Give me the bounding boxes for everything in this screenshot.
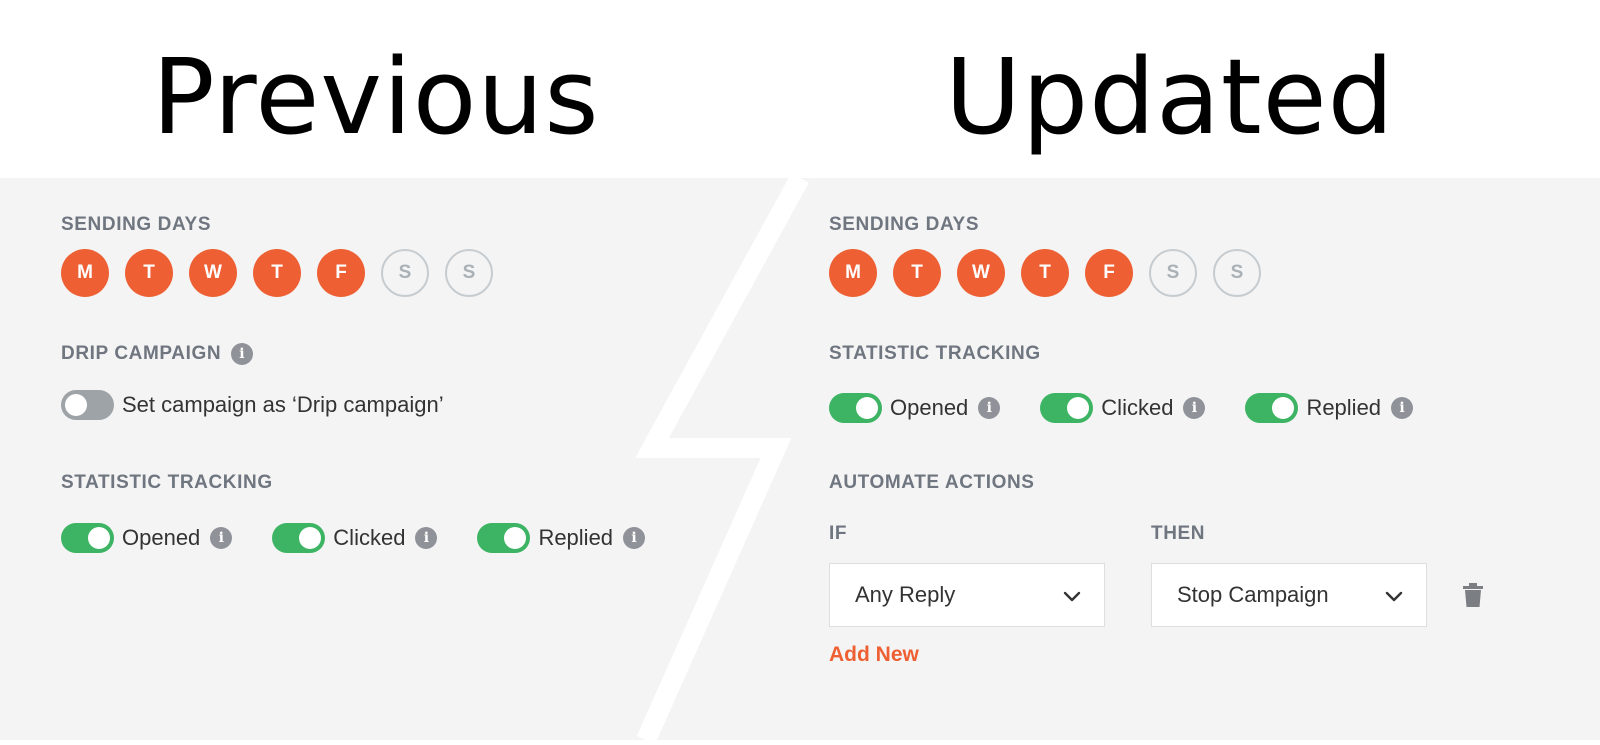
info-icon[interactable]: i bbox=[1183, 397, 1206, 419]
opened-toggle-group: Opened i bbox=[829, 393, 1001, 423]
replied-label: Replied bbox=[538, 525, 614, 550]
drip-campaign-toggle-group: Set campaign as ‘Drip campaign’ bbox=[61, 390, 444, 420]
statistic-tracking-label: STATISTIC TRACKING bbox=[829, 343, 1041, 365]
toggle-knob bbox=[1067, 397, 1090, 419]
add-new-action-link[interactable]: Add New bbox=[829, 643, 919, 667]
drip-campaign-toggle-label: Set campaign as ‘Drip campaign’ bbox=[122, 392, 444, 417]
drip-campaign-toggle[interactable] bbox=[61, 390, 114, 420]
info-icon[interactable]: i bbox=[1391, 397, 1414, 419]
drip-campaign-row: Set campaign as ‘Drip campaign’ bbox=[61, 390, 444, 420]
if-label-text: IF bbox=[829, 523, 848, 544]
clicked-toggle-group: Clicked i bbox=[272, 523, 438, 553]
info-icon[interactable]: i bbox=[210, 527, 233, 549]
chevron-down-icon bbox=[1385, 591, 1403, 602]
toggle-knob bbox=[1272, 397, 1295, 419]
day-sunday[interactable]: S bbox=[445, 249, 493, 297]
clicked-label: Clicked bbox=[1101, 395, 1174, 420]
clicked-toggle[interactable] bbox=[1040, 393, 1094, 423]
then-action-value: Stop Campaign bbox=[1177, 582, 1329, 607]
toggle-knob bbox=[856, 397, 878, 419]
clicked-toggle[interactable] bbox=[272, 523, 326, 553]
day-wednesday[interactable]: W bbox=[189, 249, 237, 297]
drip-campaign-label: DRIP CAMPAIGN i bbox=[61, 343, 254, 365]
day-thursday[interactable]: T bbox=[1021, 249, 1069, 297]
sending-days-label-text: SENDING DAYS bbox=[829, 214, 980, 235]
toggle-knob bbox=[299, 527, 322, 549]
toggle-knob bbox=[88, 527, 110, 549]
clicked-label: Clicked bbox=[333, 525, 406, 550]
info-icon[interactable]: i bbox=[231, 343, 254, 365]
opened-toggle[interactable] bbox=[829, 393, 882, 423]
if-condition-select[interactable]: Any Reply bbox=[829, 563, 1105, 627]
if-label: IF bbox=[829, 523, 847, 545]
replied-toggle[interactable] bbox=[1245, 393, 1299, 423]
toggle-knob bbox=[504, 527, 527, 549]
drip-campaign-label-text: DRIP CAMPAIGN bbox=[61, 343, 222, 364]
updated-panel: SENDING DAYS M T W T F S S STATISTIC TRA… bbox=[790, 178, 1600, 740]
sending-days-label-text: SENDING DAYS bbox=[61, 214, 212, 235]
day-monday[interactable]: M bbox=[829, 249, 877, 297]
then-action-select[interactable]: Stop Campaign bbox=[1151, 563, 1427, 627]
day-saturday[interactable]: S bbox=[381, 249, 429, 297]
day-thursday[interactable]: T bbox=[253, 249, 301, 297]
day-tuesday[interactable]: T bbox=[893, 249, 941, 297]
day-friday[interactable]: F bbox=[317, 249, 365, 297]
day-wednesday[interactable]: W bbox=[957, 249, 1005, 297]
sending-days-selector: M T W T F S S bbox=[61, 249, 509, 297]
automate-actions-label-text: AUTOMATE ACTIONS bbox=[829, 472, 1035, 493]
replied-toggle-group: Replied i bbox=[1245, 393, 1414, 423]
day-tuesday[interactable]: T bbox=[125, 249, 173, 297]
clicked-toggle-group: Clicked i bbox=[1040, 393, 1206, 423]
toggle-knob bbox=[65, 394, 87, 416]
info-icon[interactable]: i bbox=[415, 527, 438, 549]
opened-toggle[interactable] bbox=[61, 523, 114, 553]
day-sunday[interactable]: S bbox=[1213, 249, 1261, 297]
sending-days-label: SENDING DAYS bbox=[829, 214, 979, 236]
previous-panel: SENDING DAYS M T W T F S S DRIP CAMPAIGN… bbox=[0, 178, 650, 740]
sending-days-label: SENDING DAYS bbox=[61, 214, 211, 236]
replied-toggle[interactable] bbox=[477, 523, 531, 553]
replied-label: Replied bbox=[1306, 395, 1382, 420]
if-condition-value: Any Reply bbox=[855, 582, 956, 607]
statistic-tracking-label-text: STATISTIC TRACKING bbox=[829, 343, 1041, 364]
info-icon[interactable]: i bbox=[623, 527, 646, 549]
trash-icon[interactable] bbox=[1463, 583, 1483, 607]
statistic-tracking-label-text: STATISTIC TRACKING bbox=[61, 472, 273, 493]
then-label: THEN bbox=[1151, 523, 1205, 545]
day-saturday[interactable]: S bbox=[1149, 249, 1197, 297]
automate-actions-label: AUTOMATE ACTIONS bbox=[829, 472, 1035, 494]
sending-days-selector: M T W T F S S bbox=[829, 249, 1277, 297]
replied-toggle-group: Replied i bbox=[477, 523, 646, 553]
opened-toggle-group: Opened i bbox=[61, 523, 233, 553]
statistic-tracking-toggles: Opened i Clicked i Replied i bbox=[829, 393, 1414, 423]
chevron-down-icon bbox=[1063, 591, 1081, 602]
statistic-tracking-label: STATISTIC TRACKING bbox=[61, 472, 273, 494]
opened-label: Opened bbox=[890, 395, 969, 420]
then-label-text: THEN bbox=[1151, 523, 1206, 544]
day-monday[interactable]: M bbox=[61, 249, 109, 297]
statistic-tracking-toggles: Opened i Clicked i Replied i bbox=[61, 523, 646, 553]
opened-label: Opened bbox=[122, 525, 201, 550]
info-icon[interactable]: i bbox=[978, 397, 1001, 419]
day-friday[interactable]: F bbox=[1085, 249, 1133, 297]
